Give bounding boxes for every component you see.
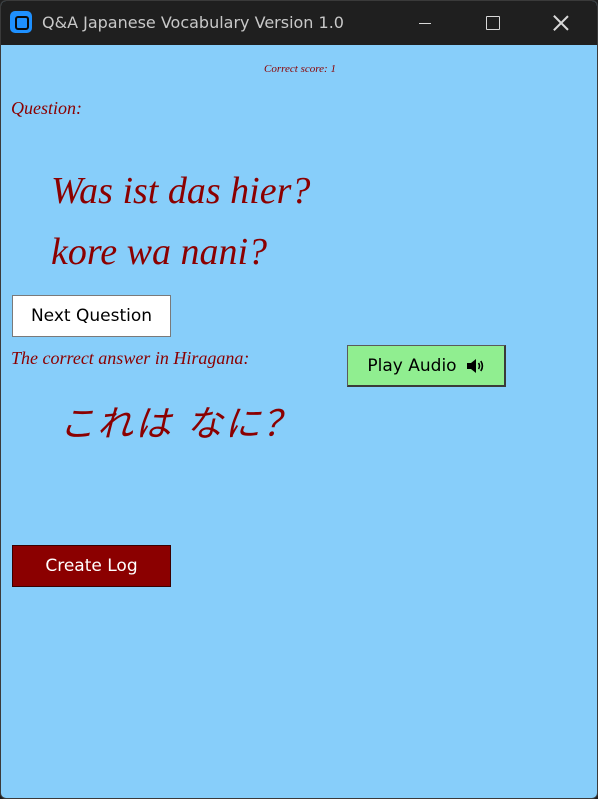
minimize-button[interactable]: [395, 1, 455, 45]
maximize-button[interactable]: [463, 1, 523, 45]
next-question-label: Next Question: [30, 306, 153, 326]
minimize-icon: [419, 22, 431, 24]
window-title: Q&A Japanese Vocabulary Version 1.0: [42, 13, 344, 32]
speaker-icon: [465, 358, 485, 374]
question-label: Question:: [11, 98, 82, 118]
play-audio-button[interactable]: Play Audio: [347, 345, 506, 387]
app-icon: [10, 11, 32, 33]
play-audio-label: Play Audio: [367, 355, 457, 376]
close-button[interactable]: [531, 1, 591, 45]
question-german: Was ist das hier?: [51, 170, 311, 212]
maximize-icon: [486, 16, 500, 30]
question-romaji: kore wa nani?: [51, 231, 268, 273]
answer-label: The correct answer in Hiragana:: [11, 348, 250, 368]
title-bar[interactable]: Q&A Japanese Vocabulary Version 1.0: [1, 1, 597, 45]
create-log-button[interactable]: Create Log: [12, 545, 171, 587]
close-icon: [552, 14, 570, 32]
create-log-label: Create Log: [45, 556, 138, 576]
next-question-button[interactable]: Next Question: [12, 295, 171, 337]
answer-hiragana: これは なに？: [59, 404, 301, 445]
correct-score: Correct score: 1: [264, 63, 336, 75]
app-window: Q&A Japanese Vocabulary Version 1.0 Corr…: [0, 0, 598, 799]
